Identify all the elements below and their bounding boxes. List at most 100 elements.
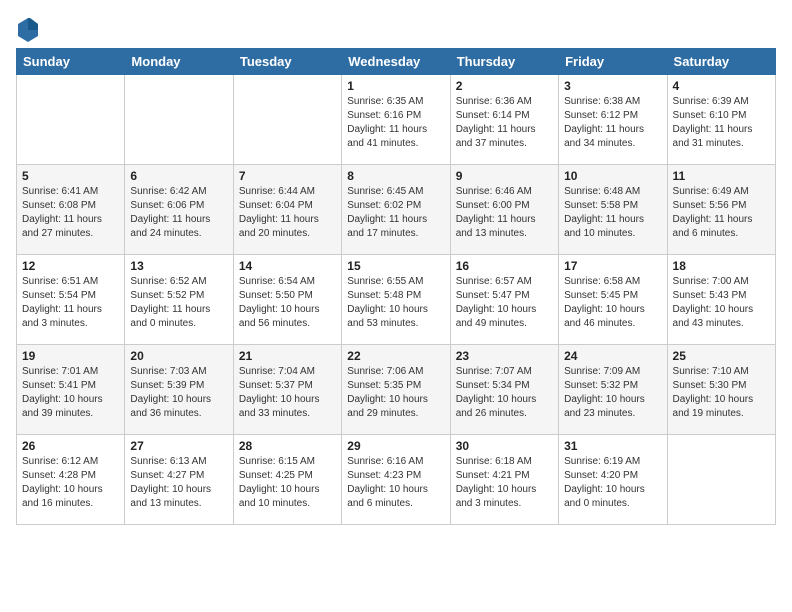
calendar-cell: 25 Sunrise: 7:10 AM Sunset: 5:30 PM Dayli… xyxy=(667,345,775,435)
day-content: Sunrise: 6:54 AM Sunset: 5:50 PM Dayligh… xyxy=(239,275,336,331)
day-content: Sunrise: 7:04 AM Sunset: 5:37 PM Dayligh… xyxy=(239,365,336,421)
calendar-cell: 30 Sunrise: 6:18 AM Sunset: 4:21 PM Dayli… xyxy=(450,435,558,525)
day-content: Sunrise: 6:58 AM Sunset: 5:45 PM Dayligh… xyxy=(564,275,661,331)
logo-icon xyxy=(16,16,40,44)
day-number: 30 xyxy=(456,439,553,453)
calendar-cell: 4 Sunrise: 6:39 AM Sunset: 6:10 PM Daylig… xyxy=(667,75,775,165)
day-number: 17 xyxy=(564,259,661,273)
calendar-cell: 11 Sunrise: 6:49 AM Sunset: 5:56 PM Dayli… xyxy=(667,165,775,255)
day-number: 29 xyxy=(347,439,444,453)
calendar-cell: 12 Sunrise: 6:51 AM Sunset: 5:54 PM Dayli… xyxy=(17,255,125,345)
calendar-week-3: 12 Sunrise: 6:51 AM Sunset: 5:54 PM Dayli… xyxy=(17,255,776,345)
calendar-cell xyxy=(17,75,125,165)
day-number: 9 xyxy=(456,169,553,183)
calendar-cell: 14 Sunrise: 6:54 AM Sunset: 5:50 PM Dayli… xyxy=(233,255,341,345)
day-content: Sunrise: 6:57 AM Sunset: 5:47 PM Dayligh… xyxy=(456,275,553,331)
day-content: Sunrise: 7:01 AM Sunset: 5:41 PM Dayligh… xyxy=(22,365,119,421)
day-content: Sunrise: 6:19 AM Sunset: 4:20 PM Dayligh… xyxy=(564,455,661,511)
day-content: Sunrise: 6:42 AM Sunset: 6:06 PM Dayligh… xyxy=(130,185,227,241)
day-content: Sunrise: 7:00 AM Sunset: 5:43 PM Dayligh… xyxy=(673,275,770,331)
calendar-cell: 8 Sunrise: 6:45 AM Sunset: 6:02 PM Daylig… xyxy=(342,165,450,255)
calendar-week-2: 5 Sunrise: 6:41 AM Sunset: 6:08 PM Daylig… xyxy=(17,165,776,255)
day-number: 19 xyxy=(22,349,119,363)
calendar-cell: 19 Sunrise: 7:01 AM Sunset: 5:41 PM Dayli… xyxy=(17,345,125,435)
calendar-week-1: 1Sunrise: 6:35 AM Sunset: 6:16 PM Daylig… xyxy=(17,75,776,165)
calendar-cell: 26 Sunrise: 6:12 AM Sunset: 4:28 PM Dayli… xyxy=(17,435,125,525)
day-content: Sunrise: 6:35 AM Sunset: 6:16 PM Dayligh… xyxy=(347,95,444,151)
day-content: Sunrise: 6:16 AM Sunset: 4:23 PM Dayligh… xyxy=(347,455,444,511)
calendar-cell: 1Sunrise: 6:35 AM Sunset: 6:16 PM Daylig… xyxy=(342,75,450,165)
day-content: Sunrise: 6:46 AM Sunset: 6:00 PM Dayligh… xyxy=(456,185,553,241)
day-content: Sunrise: 6:12 AM Sunset: 4:28 PM Dayligh… xyxy=(22,455,119,511)
day-number: 24 xyxy=(564,349,661,363)
day-number: 3 xyxy=(564,79,661,93)
calendar-header: SundayMondayTuesdayWednesdayThursdayFrid… xyxy=(17,49,776,75)
calendar-table: SundayMondayTuesdayWednesdayThursdayFrid… xyxy=(16,48,776,525)
day-number: 8 xyxy=(347,169,444,183)
day-content: Sunrise: 6:45 AM Sunset: 6:02 PM Dayligh… xyxy=(347,185,444,241)
calendar-cell: 10 Sunrise: 6:48 AM Sunset: 5:58 PM Dayli… xyxy=(559,165,667,255)
day-number: 7 xyxy=(239,169,336,183)
day-header-tuesday: Tuesday xyxy=(233,49,341,75)
calendar-cell: 22 Sunrise: 7:06 AM Sunset: 5:35 PM Dayli… xyxy=(342,345,450,435)
day-content: Sunrise: 6:44 AM Sunset: 6:04 PM Dayligh… xyxy=(239,185,336,241)
day-content: Sunrise: 6:52 AM Sunset: 5:52 PM Dayligh… xyxy=(130,275,227,331)
day-content: Sunrise: 6:38 AM Sunset: 6:12 PM Dayligh… xyxy=(564,95,661,151)
day-content: Sunrise: 7:07 AM Sunset: 5:34 PM Dayligh… xyxy=(456,365,553,421)
day-content: Sunrise: 7:09 AM Sunset: 5:32 PM Dayligh… xyxy=(564,365,661,421)
day-number: 14 xyxy=(239,259,336,273)
day-number: 26 xyxy=(22,439,119,453)
day-header-sunday: Sunday xyxy=(17,49,125,75)
calendar-cell: 16Sunrise: 6:57 AM Sunset: 5:47 PM Dayli… xyxy=(450,255,558,345)
day-content: Sunrise: 6:13 AM Sunset: 4:27 PM Dayligh… xyxy=(130,455,227,511)
day-number: 23 xyxy=(456,349,553,363)
calendar-cell: 7 Sunrise: 6:44 AM Sunset: 6:04 PM Daylig… xyxy=(233,165,341,255)
day-number: 27 xyxy=(130,439,227,453)
day-content: Sunrise: 6:18 AM Sunset: 4:21 PM Dayligh… xyxy=(456,455,553,511)
calendar-week-5: 26 Sunrise: 6:12 AM Sunset: 4:28 PM Dayli… xyxy=(17,435,776,525)
day-number: 5 xyxy=(22,169,119,183)
calendar-cell: 3 Sunrise: 6:38 AM Sunset: 6:12 PM Daylig… xyxy=(559,75,667,165)
day-header-wednesday: Wednesday xyxy=(342,49,450,75)
calendar-cell: 9 Sunrise: 6:46 AM Sunset: 6:00 PM Daylig… xyxy=(450,165,558,255)
calendar-cell: 29 Sunrise: 6:16 AM Sunset: 4:23 PM Dayli… xyxy=(342,435,450,525)
calendar-cell xyxy=(233,75,341,165)
page-header xyxy=(16,16,776,44)
calendar-cell: 5 Sunrise: 6:41 AM Sunset: 6:08 PM Daylig… xyxy=(17,165,125,255)
day-content: Sunrise: 6:39 AM Sunset: 6:10 PM Dayligh… xyxy=(673,95,770,151)
logo xyxy=(16,16,44,44)
day-content: Sunrise: 7:10 AM Sunset: 5:30 PM Dayligh… xyxy=(673,365,770,421)
calendar-cell: 21Sunrise: 7:04 AM Sunset: 5:37 PM Dayli… xyxy=(233,345,341,435)
day-content: Sunrise: 6:55 AM Sunset: 5:48 PM Dayligh… xyxy=(347,275,444,331)
day-content: Sunrise: 6:48 AM Sunset: 5:58 PM Dayligh… xyxy=(564,185,661,241)
day-number: 25 xyxy=(673,349,770,363)
day-content: Sunrise: 7:06 AM Sunset: 5:35 PM Dayligh… xyxy=(347,365,444,421)
calendar-cell: 17 Sunrise: 6:58 AM Sunset: 5:45 PM Dayli… xyxy=(559,255,667,345)
day-header-friday: Friday xyxy=(559,49,667,75)
day-content: Sunrise: 6:49 AM Sunset: 5:56 PM Dayligh… xyxy=(673,185,770,241)
day-content: Sunrise: 6:36 AM Sunset: 6:14 PM Dayligh… xyxy=(456,95,553,151)
day-number: 13 xyxy=(130,259,227,273)
calendar-cell: 24 Sunrise: 7:09 AM Sunset: 5:32 PM Dayli… xyxy=(559,345,667,435)
day-content: Sunrise: 7:03 AM Sunset: 5:39 PM Dayligh… xyxy=(130,365,227,421)
calendar-cell: 6Sunrise: 6:42 AM Sunset: 6:06 PM Daylig… xyxy=(125,165,233,255)
day-number: 11 xyxy=(673,169,770,183)
day-number: 4 xyxy=(673,79,770,93)
calendar-body: 1Sunrise: 6:35 AM Sunset: 6:16 PM Daylig… xyxy=(17,75,776,525)
calendar-cell: 2Sunrise: 6:36 AM Sunset: 6:14 PM Daylig… xyxy=(450,75,558,165)
day-number: 10 xyxy=(564,169,661,183)
calendar-cell: 28Sunrise: 6:15 AM Sunset: 4:25 PM Dayli… xyxy=(233,435,341,525)
day-content: Sunrise: 6:51 AM Sunset: 5:54 PM Dayligh… xyxy=(22,275,119,331)
day-content: Sunrise: 6:15 AM Sunset: 4:25 PM Dayligh… xyxy=(239,455,336,511)
calendar-cell: 18 Sunrise: 7:00 AM Sunset: 5:43 PM Dayli… xyxy=(667,255,775,345)
day-number: 15 xyxy=(347,259,444,273)
day-number: 22 xyxy=(347,349,444,363)
day-content: Sunrise: 6:41 AM Sunset: 6:08 PM Dayligh… xyxy=(22,185,119,241)
calendar-cell xyxy=(667,435,775,525)
calendar-cell xyxy=(125,75,233,165)
calendar-cell: 31Sunrise: 6:19 AM Sunset: 4:20 PM Dayli… xyxy=(559,435,667,525)
day-number: 12 xyxy=(22,259,119,273)
day-number: 18 xyxy=(673,259,770,273)
calendar-cell: 20Sunrise: 7:03 AM Sunset: 5:39 PM Dayli… xyxy=(125,345,233,435)
calendar-cell: 13 Sunrise: 6:52 AM Sunset: 5:52 PM Dayli… xyxy=(125,255,233,345)
